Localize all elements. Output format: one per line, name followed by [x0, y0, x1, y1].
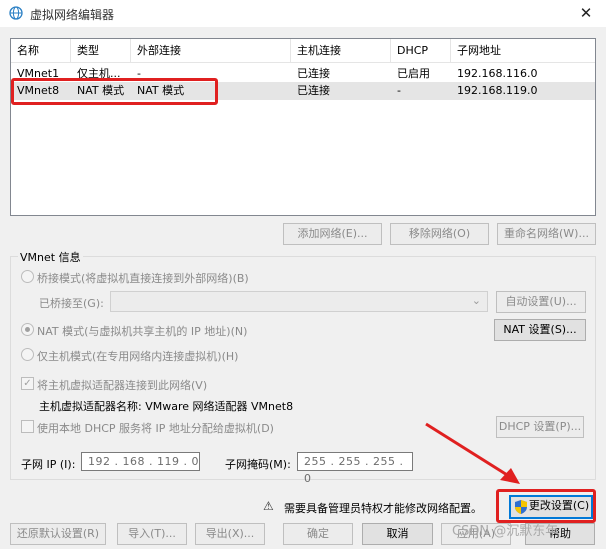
rename-network-button[interactable]: 重命名网络(W)...: [497, 223, 596, 245]
auto-settings-button[interactable]: 自动设置(U)...: [496, 291, 586, 313]
dhcp-label: 使用本地 DHCP 服务将 IP 地址分配给虚拟机(D): [37, 422, 274, 435]
import-button[interactable]: 导入(T)...: [117, 523, 187, 545]
restore-defaults-button[interactable]: 还原默认设置(R): [10, 523, 106, 545]
warning-icon: ⚠: [263, 499, 274, 513]
admin-notice-text: 需要具备管理员特权才能修改网络配置。: [284, 502, 482, 515]
vmnet-info-legend: VMnet 信息: [18, 249, 83, 265]
annotation-arrow-icon: [425, 422, 520, 484]
column-header-name[interactable]: 名称: [11, 39, 71, 63]
remove-network-button[interactable]: 移除网络(O): [390, 223, 489, 245]
add-network-button[interactable]: 添加网络(E)...: [283, 223, 382, 245]
column-header-dhcp[interactable]: DHCP: [391, 39, 451, 63]
subnet-ip-label: 子网 IP (I):: [21, 458, 76, 471]
window-title: 虚拟网络编辑器: [30, 8, 115, 22]
network-list[interactable]: 名称 类型 外部连接 主机连接 DHCP 子网地址 VMnet1 仅主机... …: [10, 38, 596, 216]
column-header-host[interactable]: 主机连接: [291, 39, 391, 63]
nat-mode-label: NAT 模式(与虚拟机共享主机的 IP 地址)(N): [37, 325, 248, 338]
cell-dhcp: -: [397, 84, 401, 97]
dhcp-checkbox[interactable]: [21, 420, 34, 433]
cell-host: 已连接: [297, 84, 330, 97]
chevron-down-icon: ⌄: [471, 294, 481, 307]
adapter-name-text: 主机虚拟适配器名称: VMware 网络适配器 VMnet8: [39, 400, 294, 413]
column-header-type[interactable]: 类型: [71, 39, 131, 63]
subnet-mask-input[interactable]: 255 . 255 . 255 . 0: [297, 452, 413, 485]
export-button[interactable]: 导出(X)...: [195, 523, 265, 545]
annotation-highlight-vmnet8: [11, 78, 218, 105]
watermark: CSDN @沉默东年: [452, 524, 559, 539]
title-bar: 虚拟网络编辑器 ✕: [0, 0, 606, 27]
column-header-subnet[interactable]: 子网地址: [451, 39, 595, 63]
cancel-button[interactable]: 取消: [362, 523, 433, 545]
cell-subnet: 192.168.116.0: [457, 67, 538, 80]
host-only-radio[interactable]: [21, 348, 34, 361]
nat-settings-button[interactable]: NAT 设置(S)...: [494, 319, 586, 341]
bridge-mode-radio[interactable]: [21, 270, 34, 283]
subnet-mask-label: 子网掩码(M):: [225, 458, 291, 471]
cell-dhcp: 已启用: [397, 67, 430, 80]
close-button[interactable]: ✕: [566, 0, 606, 27]
cell-subnet: 192.168.119.0: [457, 84, 538, 97]
list-header: 名称 类型 外部连接 主机连接 DHCP 子网地址: [11, 39, 595, 63]
nat-mode-radio[interactable]: [21, 323, 34, 336]
bridge-mode-label: 桥接模式(将虚拟机直接连接到外部网络)(B): [37, 272, 249, 285]
cell-host: 已连接: [297, 67, 330, 80]
host-only-label: 仅主机模式(在专用网络内连接虚拟机)(H): [37, 350, 239, 363]
connect-adapter-checkbox[interactable]: ✓: [21, 377, 34, 390]
bridged-to-label: 已桥接至(G):: [39, 297, 104, 310]
bridged-to-select[interactable]: ⌄: [110, 291, 488, 312]
ok-button[interactable]: 确定: [283, 523, 353, 545]
annotation-highlight-change-settings: [496, 489, 596, 523]
subnet-ip-input[interactable]: 192 . 168 . 119 . 0: [81, 452, 200, 471]
globe-network-icon: [9, 6, 23, 20]
connect-adapter-label: 将主机虚拟适配器连接到此网络(V): [37, 379, 208, 392]
column-header-external[interactable]: 外部连接: [131, 39, 291, 63]
